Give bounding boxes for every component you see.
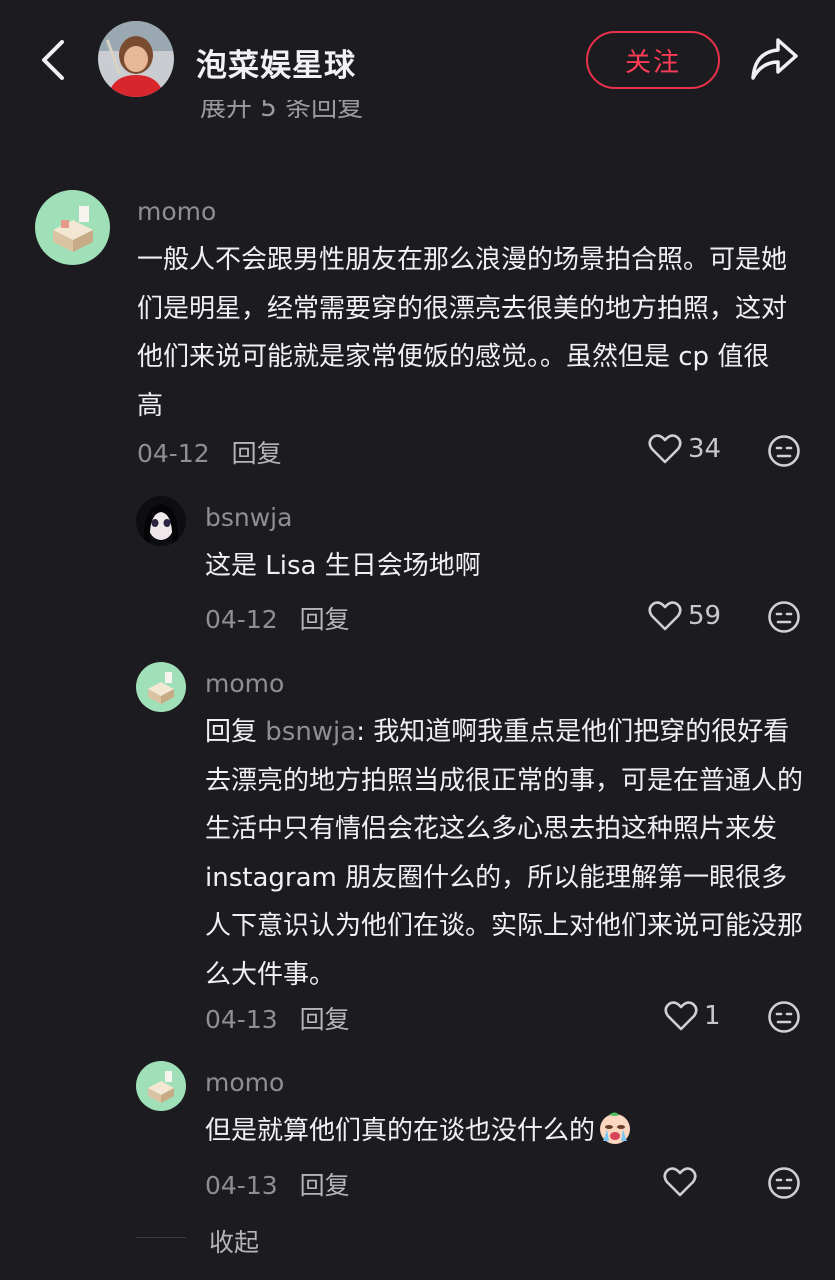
chevron-left-icon — [42, 40, 64, 80]
dislike-button[interactable] — [767, 1000, 801, 1038]
comment-body: 但是就算他们真的在谈也没什么的 — [205, 1116, 596, 1146]
dislike-button[interactable] — [767, 434, 801, 472]
meh-face-icon — [768, 1001, 800, 1033]
comment-meta: 04-13 回复 — [205, 1166, 350, 1202]
reply-button[interactable]: 回复 — [300, 1171, 350, 1200]
avatar[interactable] — [136, 496, 186, 546]
dislike-button[interactable] — [767, 1166, 801, 1204]
avatar[interactable] — [136, 1061, 186, 1111]
dislike-button[interactable] — [767, 600, 801, 638]
like-button[interactable] — [663, 1166, 703, 1198]
comment-text: 一般人不会跟男性朋友在那么浪漫的场景拍合照。可是她们是明星，经常需要穿的很漂亮去… — [137, 245, 788, 421]
heart-icon — [664, 1001, 698, 1031]
avatar[interactable] — [35, 190, 110, 265]
share-button[interactable] — [748, 34, 800, 84]
meh-face-icon — [768, 601, 800, 633]
heart-icon — [663, 1167, 697, 1197]
reply-button[interactable]: 回复 — [300, 605, 350, 634]
collapse-replies-button[interactable]: 收起 — [209, 1223, 259, 1259]
like-button[interactable]: 59 — [648, 600, 721, 632]
meh-face-icon — [768, 435, 800, 467]
comment-body: : 我知道啊我重点是他们把穿的很好看去漂亮的地方拍照当成很正常的事，可是在普通人… — [205, 717, 804, 990]
comment-meta: 04-13 回复 — [205, 1000, 350, 1036]
avatar-image — [98, 21, 174, 97]
expand-replies-label: 展开 5 条回复 — [200, 100, 364, 123]
comment-meta: 04-12 回复 — [137, 434, 282, 470]
back-button[interactable] — [36, 36, 76, 84]
expand-replies-link[interactable]: 展开 5 条回复 — [200, 100, 363, 126]
meh-face-icon — [768, 1167, 800, 1199]
mention-link[interactable]: bsnwja — [265, 717, 356, 747]
comment-meta: 04-12 回复 — [205, 600, 350, 636]
comment-text: 但是就算他们真的在谈也没什么的 — [205, 1107, 805, 1162]
share-icon — [751, 38, 798, 80]
comment-date: 04-13 — [205, 1171, 278, 1200]
comment-text: 回复 bsnwja: 我知道啊我重点是他们把穿的很好看去漂亮的地方拍照当成很正常… — [205, 708, 803, 999]
comment-username[interactable]: momo — [205, 1068, 284, 1097]
follow-button[interactable]: 关注 — [586, 31, 720, 89]
room-avatar-image — [136, 662, 186, 712]
comment-username[interactable]: momo — [205, 669, 284, 698]
page-title: 泡菜娱星球 — [196, 48, 356, 84]
room-avatar-image — [35, 190, 110, 265]
anime-avatar-image — [136, 496, 186, 546]
reply-button[interactable]: 回复 — [300, 1005, 350, 1034]
comment-username[interactable]: momo — [137, 197, 216, 226]
comment-date: 04-12 — [137, 439, 210, 468]
comment-date: 04-13 — [205, 1005, 278, 1034]
like-button[interactable]: 34 — [648, 433, 721, 465]
page-avatar[interactable] — [98, 21, 174, 97]
like-count: 1 — [704, 1001, 721, 1031]
reply-button[interactable]: 回复 — [232, 439, 282, 468]
comment-date: 04-12 — [205, 605, 278, 634]
divider — [136, 1237, 186, 1238]
like-count: 59 — [688, 601, 722, 631]
like-count: 34 — [688, 434, 722, 464]
like-button[interactable]: 1 — [664, 1000, 721, 1032]
comment-text: 这是 Lisa 生日会场地啊 — [205, 551, 481, 581]
reply-prefix: 回复 — [205, 717, 266, 747]
room-avatar-image — [136, 1061, 186, 1111]
heart-icon — [648, 434, 682, 464]
crying-face-emoji — [597, 1111, 633, 1162]
comment-username[interactable]: bsnwja — [205, 503, 292, 532]
avatar[interactable] — [136, 662, 186, 712]
heart-icon — [648, 601, 682, 631]
